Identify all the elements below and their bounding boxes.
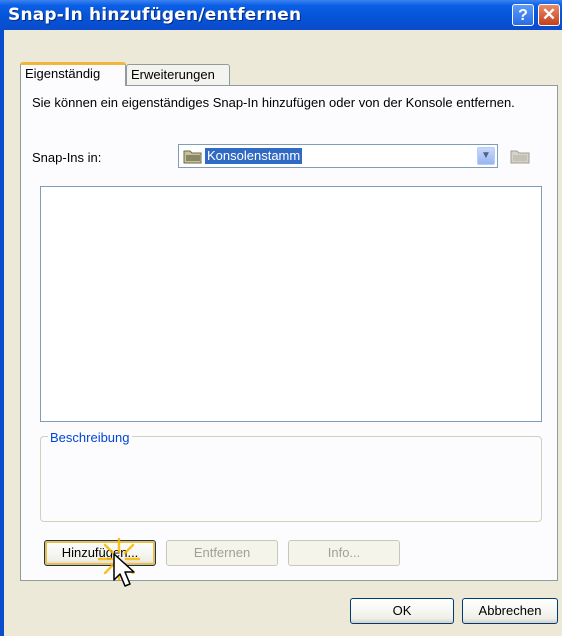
close-icon: ✕ [541, 5, 557, 24]
add-button[interactable]: Hinzufügen... [44, 540, 156, 566]
window-border [0, 30, 4, 636]
dropdown-arrow-icon[interactable]: ▼ [477, 147, 495, 165]
snapins-in-label: Snap-Ins in: [32, 150, 102, 165]
close-button[interactable]: ✕ [538, 4, 560, 26]
window-title: Snap-In hinzufügen/entfernen [8, 5, 302, 25]
ok-button[interactable]: OK [350, 598, 454, 624]
mouse-cursor-icon [113, 553, 135, 587]
snapins-in-dropdown[interactable]: Konsolenstamm ▼ [178, 144, 498, 168]
info-button[interactable]: Info... [288, 540, 400, 566]
remove-button[interactable]: Entfernen [166, 540, 278, 566]
help-button[interactable]: ? [512, 4, 534, 26]
description-groupbox [40, 436, 542, 522]
panel-description: Sie können ein eigenständiges Snap-In hi… [32, 95, 515, 110]
title-bar[interactable]: Snap-In hinzufügen/entfernen ? ✕ [0, 0, 562, 30]
snapin-list[interactable] [40, 186, 542, 422]
dropdown-selected-value: Konsolenstamm [205, 148, 303, 164]
folder-icon [183, 150, 202, 164]
folder-up-icon [510, 150, 530, 164]
tab-standalone[interactable]: Eigenständig [20, 62, 126, 86]
help-icon: ? [518, 7, 528, 24]
cancel-button[interactable]: Abbrechen [462, 598, 558, 624]
add-remove-snapin-dialog: Snap-In hinzufügen/entfernen ? ✕ Eigenst… [0, 0, 562, 636]
description-group-label: Beschreibung [48, 430, 132, 445]
tab-extensions[interactable]: Erweiterungen [126, 64, 230, 86]
